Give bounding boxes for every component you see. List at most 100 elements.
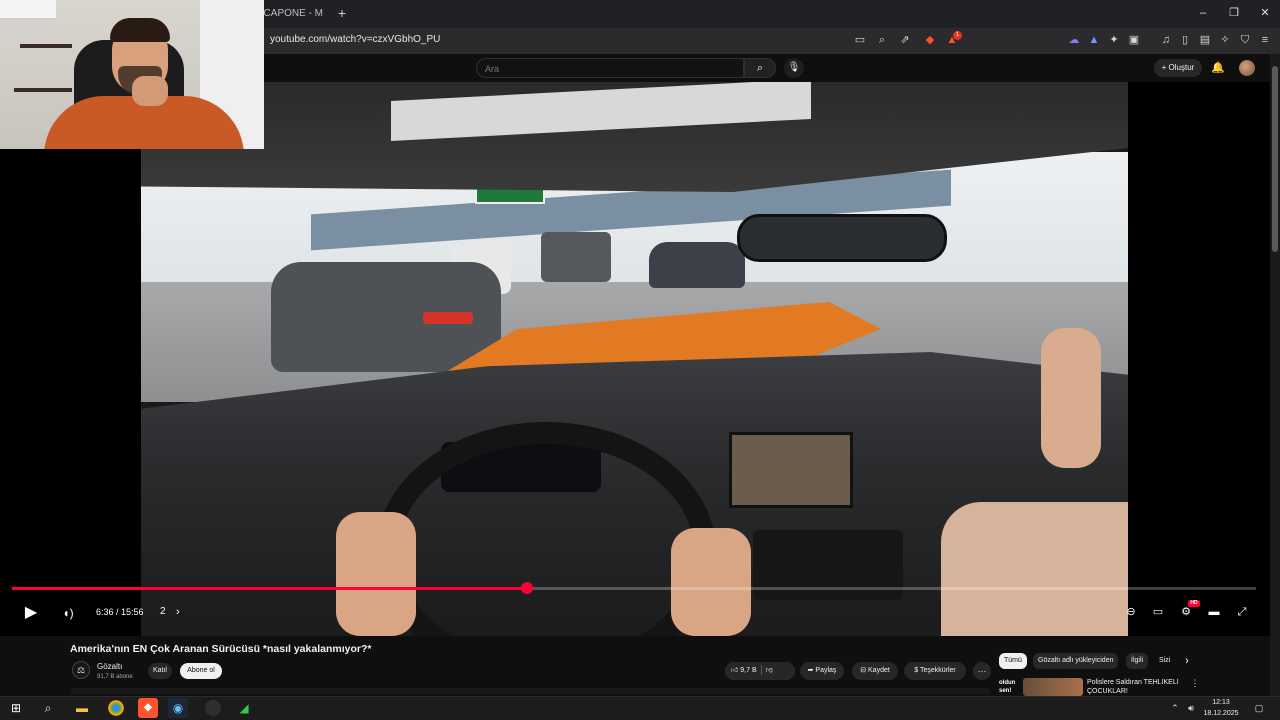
new-tab-button[interactable]: + [334,4,350,22]
windows-start-icon[interactable]: ⊞ [6,698,26,718]
zoom-icon[interactable]: ⌕ [874,32,890,48]
restore-button[interactable]: ❐ [1219,3,1249,23]
scene-truck [541,232,611,282]
thanks-button[interactable]: $ Teşekkürler [904,662,966,680]
progress-scrubber[interactable] [521,582,533,594]
scene-left-hand [336,512,416,636]
chip-all[interactable]: Tümü [999,653,1027,669]
browser-tab[interactable]: 7CAPONE - M [258,2,330,26]
description-box[interactable] [70,688,990,694]
scene-taillight [423,312,473,324]
subscribe-button[interactable]: Abone ol [180,663,222,679]
recommendation-title[interactable]: Polislere Saldıran TEHLİKELİ ÇOCUKLAR! [1087,678,1187,696]
brave-shield-icon[interactable]: ◆ [922,32,938,48]
more-vert-icon[interactable]: ⋮ [1190,678,1200,690]
windows-taskbar [0,696,1280,720]
progress-played [12,587,527,590]
share-button[interactable]: ➦ Paylaş [800,662,844,680]
close-window-button[interactable]: ✕ [1250,3,1280,23]
create-button[interactable]: + Oluştur [1154,59,1202,77]
channel-name[interactable]: Gözaltı [97,662,122,672]
clock-time: 12:13 [1212,699,1230,706]
steam-icon[interactable]: ◉ [168,698,188,718]
divider [760,665,762,676]
bell-icon[interactable]: 🔔 [1210,60,1226,76]
share-icon: ➦ [807,667,814,674]
video-player[interactable] [0,82,1280,636]
url-field[interactable]: youtube.com/watch?v=czxVGbhO_PU [270,33,440,47]
scene-nav-screen [729,432,853,508]
brave-icon[interactable]: ◆ [138,698,158,718]
puzzle-icon[interactable]: ✦ [1106,32,1122,48]
clock-date: 18.12.2025 [1203,710,1239,717]
hd-badge: HD [1188,600,1200,607]
speaker-icon[interactable]: 🔊︎ [1184,700,1198,716]
chip-related[interactable]: İlgili [1126,653,1149,669]
save-button[interactable]: ⊟ Kaydet [852,662,898,680]
dislike-button[interactable]: 👎︎ [766,667,773,674]
super-thanks-icon: $ [914,667,919,674]
subtitles-icon[interactable]: ▭ [1149,603,1167,621]
file-explorer-icon[interactable]: ▬ [72,698,92,718]
search-button[interactable]: ⌕ [744,58,776,78]
webcam-person-hand [132,76,168,106]
scrollbar-thumb[interactable] [1272,66,1278,252]
notification-icon[interactable]: ▢ [1252,700,1266,716]
rewards-badge: 1 [953,31,962,40]
webcam-ac-unit [0,0,56,20]
taskbar-clock[interactable]: 12:13 18.12.2025 [1202,697,1240,719]
recommendation-thumbnail[interactable] [1023,678,1083,696]
theater-mode-icon[interactable]: ▬ [1205,603,1223,621]
more-actions-button[interactable]: ··· [973,662,991,680]
obs-icon[interactable] [205,700,221,716]
menu-icon[interactable]: ≡ [1257,32,1273,48]
volume-icon[interactable]: ◖) [58,603,78,623]
play-icon[interactable]: ▶ [20,602,42,624]
scene-passenger-hand [1041,328,1101,468]
chevron-up-icon[interactable]: ⌃ [1168,700,1182,716]
mic-icon[interactable]: 🎙 [784,58,804,78]
wallet-icon[interactable]: ▤ [1197,32,1213,48]
app-icon[interactable]: ◢ [234,698,254,718]
tab-title: 7CAPONE - M [258,8,324,19]
search-box[interactable] [476,58,744,78]
avatar[interactable] [1239,60,1255,76]
chevron-right-icon[interactable]: › [1180,653,1194,669]
like-count: 9,7 B [740,667,757,674]
chevron-right-icon[interactable]: › [176,605,180,619]
chrome-icon[interactable] [108,700,124,716]
recommendation-thumb-text: oldun sen! [999,680,1016,694]
share-label: Paylaş [815,667,837,674]
extension-icon[interactable]: ▲ [1086,32,1102,48]
cast-icon[interactable]: ▭ [852,32,868,48]
leo-icon[interactable]: ✧ [1217,32,1233,48]
time-display: 6:36 / 15:56 [96,607,144,617]
thanks-label: Teşekkürler [919,667,956,674]
chip-from-uploader[interactable]: Gözaltı adlı yükleyiciden [1033,653,1119,669]
scene-passenger [941,502,1128,636]
search-icon[interactable]: ⌕ [38,698,58,718]
subscriber-count: 91,7 B abone [97,674,133,680]
webcam-overlay [0,0,264,149]
channel-avatar[interactable]: ⚖ [72,661,90,679]
video-frame [141,82,1128,636]
bookmark-icon: ⊟ [860,667,867,674]
join-button[interactable]: Katıl [148,663,172,679]
like-button[interactable]: 👍︎ 9,7 B [725,667,757,674]
music-icon[interactable]: ♫ [1158,32,1174,48]
reader-icon[interactable]: ▣ [1126,32,1142,48]
minimize-button[interactable]: – [1188,3,1218,23]
save-label: Kaydet [868,667,890,674]
webcam-shelf [14,88,72,92]
scene-car [649,242,745,288]
chapter-number[interactable]: 2 [160,606,166,618]
chip-for-you[interactable]: Sizi [1154,653,1174,669]
vpn-icon[interactable]: ☁ [1066,32,1082,48]
shield-icon[interactable]: ⛉ [1237,32,1253,48]
sidebar-toggle-icon[interactable]: ▯ [1177,32,1193,48]
fullscreen-icon[interactable]: ⤢ [1233,603,1251,621]
search-input[interactable] [477,60,743,78]
scene-mirror [737,214,947,262]
share-page-icon[interactable]: ⇗ [897,32,913,48]
autoplay-toggle[interactable]: ⊖ [1122,603,1140,621]
